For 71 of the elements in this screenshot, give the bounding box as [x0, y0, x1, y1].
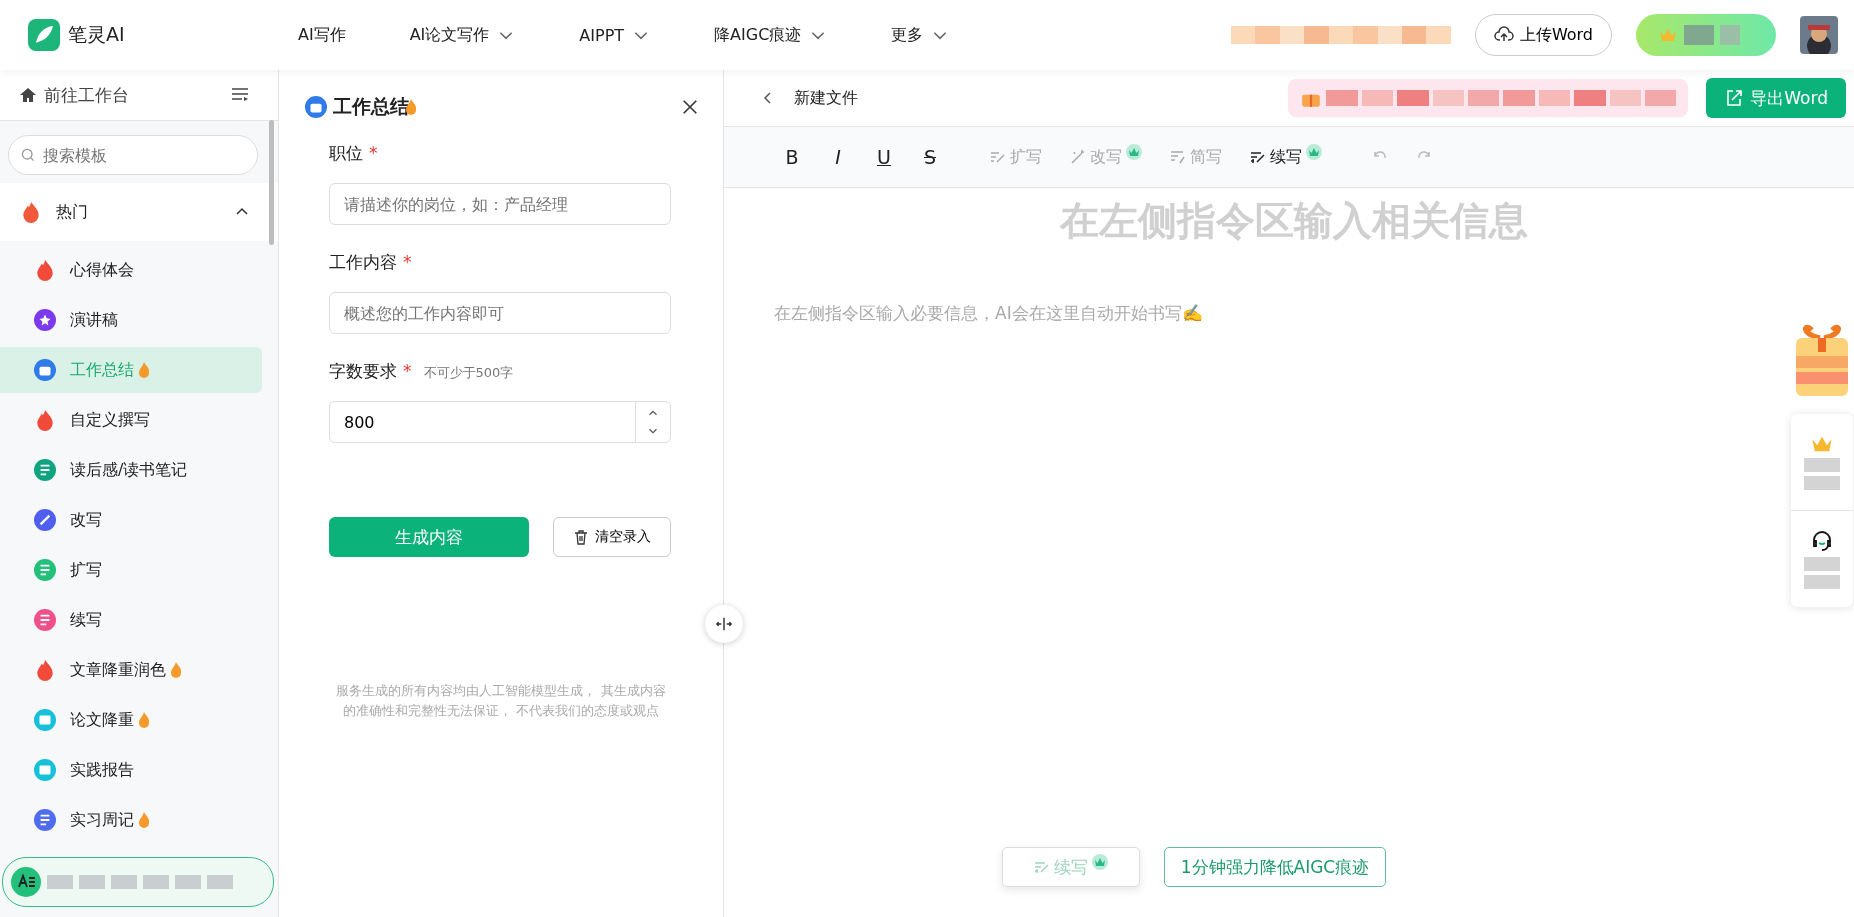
pen-lines-icon [1070, 149, 1086, 165]
field-hint: 不可少于500字 [423, 364, 514, 382]
flame-icon [138, 712, 150, 728]
editor-placeholder-text: 在左侧指令区输入必要信息，AI会在这里自动开始书写✍ [774, 302, 1204, 325]
field-label: 字数要求 [329, 360, 397, 383]
input-field[interactable]: 概述您的工作内容即可 [329, 292, 671, 334]
form-title: 工作总结 [333, 94, 409, 119]
app-badge-icon [11, 867, 41, 897]
sidebar-item[interactable]: 读后感/读书笔记 [0, 447, 262, 493]
logo-icon [28, 19, 60, 51]
required-asterisk: * [403, 361, 412, 381]
section-label: 热门 [56, 201, 89, 223]
resize-handle[interactable] [705, 605, 743, 643]
pen-lines-icon [1033, 859, 1050, 875]
file-name: 新建文件 [794, 87, 858, 109]
number-field[interactable]: 800 [329, 401, 671, 443]
sidebar-item[interactable]: 扩写 [0, 547, 262, 593]
sidebar-item[interactable]: 自定义撰写 [0, 397, 262, 443]
sidebar-item[interactable]: 续写 [0, 597, 262, 643]
vip-button[interactable] [1636, 14, 1776, 56]
flame-icon [170, 662, 182, 678]
sidebar-item[interactable]: 实践报告 [0, 747, 262, 793]
sidebar-item[interactable]: 论文降重 [0, 697, 262, 743]
flame-icon [138, 362, 150, 378]
search-field[interactable]: 搜索模板 [8, 135, 258, 175]
blurred-text [1804, 557, 1840, 589]
crown-icon [1658, 27, 1678, 43]
nav-link[interactable]: AI论文写作 [409, 24, 516, 46]
briefcase-icon [305, 96, 327, 118]
export-icon [1724, 88, 1745, 108]
crown-icon [1306, 144, 1322, 160]
format-button[interactable]: I [828, 146, 848, 168]
brand-name: 笔灵AI [68, 22, 125, 47]
close-icon[interactable] [681, 98, 699, 116]
sidebar-item[interactable]: 改写 [0, 497, 262, 543]
home-icon [18, 85, 38, 105]
avatar[interactable] [1800, 16, 1838, 54]
pen-lines-icon [1250, 149, 1266, 165]
tool-button[interactable]: 续写 [1250, 146, 1322, 168]
format-button[interactable]: B [782, 146, 802, 168]
nav-link[interactable]: AIPPT [579, 24, 651, 46]
clear-button[interactable]: 清空录入 [553, 517, 671, 557]
format-button[interactable]: U [874, 146, 894, 168]
sidebar-item[interactable]: 文章降重润色 [0, 647, 262, 693]
search-icon [20, 147, 36, 163]
trash-icon [573, 529, 589, 545]
nav-link[interactable]: 更多 [891, 24, 950, 46]
flame-icon [20, 201, 42, 223]
input-field[interactable]: 请描述你的岗位，如：产品经理 [329, 183, 671, 225]
blurred-text [1804, 458, 1840, 490]
pen-lines-icon [990, 149, 1006, 165]
sidebar-item[interactable]: 实习周记 [0, 797, 262, 843]
crown-icon [1126, 144, 1142, 160]
required-asterisk: * [403, 252, 412, 272]
pen-lines-icon [1170, 149, 1186, 165]
format-button[interactable]: S [920, 146, 940, 168]
nav-link[interactable]: 降AIGC痕迹 [714, 24, 828, 46]
sidebar-item[interactable]: 心得体会 [0, 247, 262, 293]
required-asterisk: * [369, 143, 378, 163]
crown-icon [1091, 854, 1108, 870]
workspace-link[interactable]: 前往工作台 [18, 83, 129, 107]
disclaimer: 服务生成的所有内容均由人工智能模型生成， 其生成内容的准确性和完整性无法保证， 不代表我们的态度或观点 [335, 682, 667, 720]
resize-icon [715, 615, 733, 633]
flame-icon [138, 812, 150, 828]
field-label: 工作内容 [329, 251, 397, 274]
headset-icon [1810, 529, 1834, 553]
upload-button[interactable]: 上传Word [1474, 14, 1612, 56]
sidebar-item[interactable]: 演讲稿 [0, 297, 262, 343]
nav-link[interactable]: AI写作 [298, 24, 346, 46]
field-label: 职位 [329, 142, 363, 165]
reduce-aigc-button[interactable]: 1分钟强力降低AIGC痕迹 [1163, 847, 1387, 887]
